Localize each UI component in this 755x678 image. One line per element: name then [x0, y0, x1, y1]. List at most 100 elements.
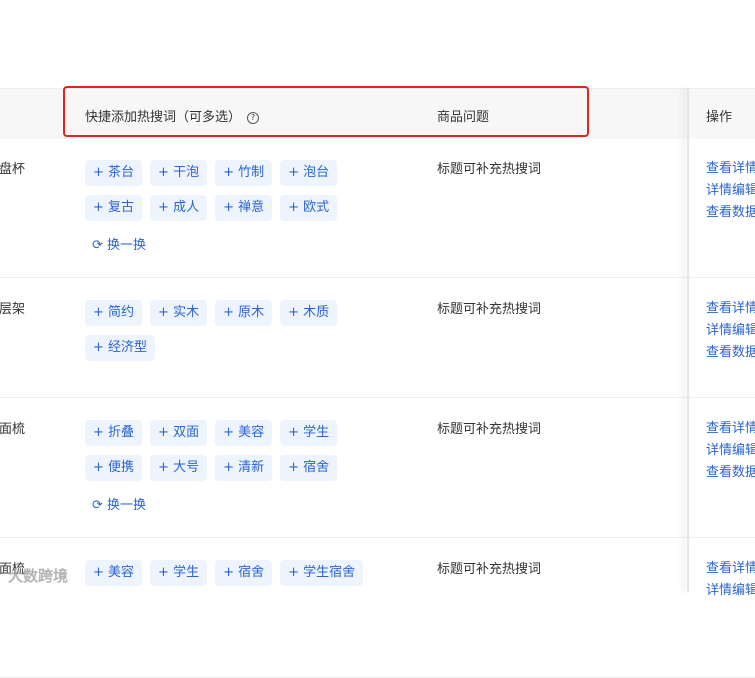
refresh-button[interactable]: ⟳ 换一换 — [92, 494, 146, 513]
tag-label: 竹制 — [238, 165, 265, 180]
op-link[interactable]: 查看详情 — [706, 418, 755, 440]
tag-label: 复古 — [108, 200, 135, 215]
tag-label: 泡台 — [303, 165, 330, 180]
tag-label: 学生 — [173, 565, 200, 580]
op-link[interactable]: 详情编辑 — [706, 320, 755, 342]
hot-word-tag[interactable]: + 原木 — [215, 300, 273, 326]
hot-word-tag[interactable]: + 宿舍 — [215, 560, 273, 586]
op-link[interactable]: 查看数据 — [706, 202, 755, 224]
fixed-column-divider — [687, 88, 689, 592]
hot-word-tag[interactable]: + 便携 — [85, 455, 143, 481]
plus-icon: + — [223, 425, 239, 440]
tag-label: 学生 — [303, 425, 330, 440]
issue-text: 标题可补充热搜词 — [437, 302, 542, 317]
hot-word-tag[interactable]: + 禅意 — [215, 195, 273, 221]
tag-label: 欧式 — [303, 200, 330, 215]
op-link[interactable]: 查看数据 — [706, 462, 755, 484]
hot-word-tag[interactable]: + 学生 — [150, 560, 208, 586]
hot-word-tag[interactable]: + 木质 — [280, 300, 338, 326]
plus-icon: + — [223, 460, 239, 475]
refresh-label: 换一换 — [107, 498, 147, 513]
table-row: 单面梳 + 美容+ 学生+ 宿舍+ 学生宿舍标题可补充热搜词查看详情详情编辑 — [0, 538, 755, 678]
refresh-button[interactable]: ⟳ 换一换 — [92, 234, 146, 253]
plus-icon: + — [288, 460, 304, 475]
plus-icon: + — [288, 305, 304, 320]
op-link[interactable]: 查看数据 — [706, 342, 755, 364]
tag-label: 木质 — [303, 305, 330, 320]
table-row: 多层架 + 简约+ 实木+ 原木+ 木质+ 经济型标题可补充热搜词查看详情详情编… — [0, 278, 755, 398]
highlight-box — [63, 86, 589, 137]
plus-icon: + — [158, 200, 174, 215]
tag-label: 美容 — [238, 425, 265, 440]
product-name: 多层架 — [0, 302, 26, 317]
op-link[interactable]: 查看详情 — [706, 298, 755, 320]
hot-word-tag[interactable]: + 清新 — [215, 455, 273, 481]
hot-word-tag[interactable]: + 大号 — [150, 455, 208, 481]
product-name: 茶盘杯 — [0, 162, 26, 177]
hot-word-tag[interactable]: + 美容 — [85, 560, 143, 586]
op-link[interactable]: 查看详情 — [706, 158, 755, 180]
refresh-icon: ⟳ — [92, 498, 103, 513]
hot-word-tag[interactable]: + 美容 — [215, 420, 273, 446]
hot-word-tag[interactable]: + 经济型 — [85, 335, 156, 361]
hot-word-tag[interactable]: + 欧式 — [280, 195, 338, 221]
plus-icon: + — [93, 460, 109, 475]
hot-word-tags: + 茶台 + 干泡 + 竹制 + 泡台 + 复古 + 成人 + 禅意 + 欧式 — [85, 160, 375, 221]
hot-word-tag[interactable]: + 茶台 — [85, 160, 143, 186]
tag-label: 折叠 — [108, 425, 135, 440]
hot-word-tag[interactable]: + 学生 — [280, 420, 338, 446]
hot-word-tag[interactable]: + 干泡 — [150, 160, 208, 186]
tag-label: 简约 — [108, 305, 135, 320]
ops-cell: 查看详情 详情编辑 查看数据 — [706, 298, 755, 364]
tag-label: 清新 — [238, 460, 265, 475]
plus-icon: + — [288, 200, 304, 215]
tag-label: 学生宿舍 — [303, 565, 356, 580]
hot-word-tag[interactable]: + 双面 — [150, 420, 208, 446]
plus-icon: + — [223, 565, 239, 580]
tag-label: 双面 — [173, 425, 200, 440]
hot-word-tags: + 美容 + 学生 + 宿舍 + 学生宿舍 — [85, 560, 375, 586]
tag-label: 便携 — [108, 460, 135, 475]
tag-label: 实木 — [173, 305, 200, 320]
hot-word-tag[interactable]: + 复古 — [85, 195, 143, 221]
hot-word-tag[interactable]: + 泡台 — [280, 160, 338, 186]
tag-label: 成人 — [173, 200, 200, 215]
plus-icon: + — [223, 165, 239, 180]
ops-cell: 查看详情 详情编辑 — [706, 558, 755, 602]
product-name: 单面梳 — [0, 422, 26, 437]
op-link[interactable]: 详情编辑 — [706, 440, 755, 462]
tag-label: 大号 — [173, 460, 200, 475]
tag-label: 宿舍 — [303, 460, 330, 475]
plus-icon: + — [93, 200, 109, 215]
hot-word-tag[interactable]: + 折叠 — [85, 420, 143, 446]
issue-text: 标题可补充热搜词 — [437, 422, 542, 437]
hot-word-tag[interactable]: + 简约 — [85, 300, 143, 326]
tag-label: 美容 — [108, 565, 135, 580]
tag-label: 干泡 — [173, 165, 200, 180]
plus-icon: + — [223, 200, 239, 215]
table-row: 茶盘杯 + 茶台+ 干泡+ 竹制+ 泡台+ 复古+ 成人+ 禅意+ 欧式⟳ 换一… — [0, 138, 755, 278]
plus-icon: + — [158, 165, 174, 180]
plus-icon: + — [158, 425, 174, 440]
plus-icon: + — [158, 305, 174, 320]
hot-word-tag[interactable]: + 竹制 — [215, 160, 273, 186]
plus-icon: + — [288, 165, 304, 180]
ops-cell: 查看详情 详情编辑 查看数据 — [706, 418, 755, 484]
plus-icon: + — [288, 425, 304, 440]
hot-word-tag[interactable]: + 实木 — [150, 300, 208, 326]
plus-icon: + — [158, 565, 174, 580]
tag-label: 茶台 — [108, 165, 135, 180]
op-link[interactable]: 详情编辑 — [706, 580, 755, 602]
plus-icon: + — [158, 460, 174, 475]
plus-icon: + — [223, 305, 239, 320]
hot-word-tag[interactable]: + 宿舍 — [280, 455, 338, 481]
hot-word-tag[interactable]: + 学生宿舍 — [280, 560, 364, 586]
tag-label: 禅意 — [238, 200, 265, 215]
hot-word-tag[interactable]: + 成人 — [150, 195, 208, 221]
op-link[interactable]: 查看详情 — [706, 558, 755, 580]
refresh-label: 换一换 — [107, 238, 147, 253]
column-header-ops: 操作 — [706, 110, 733, 125]
hot-word-tags: + 简约 + 实木 + 原木 + 木质 + 经济型 — [85, 300, 375, 361]
op-link[interactable]: 详情编辑 — [706, 180, 755, 202]
refresh-icon: ⟳ — [92, 238, 103, 253]
